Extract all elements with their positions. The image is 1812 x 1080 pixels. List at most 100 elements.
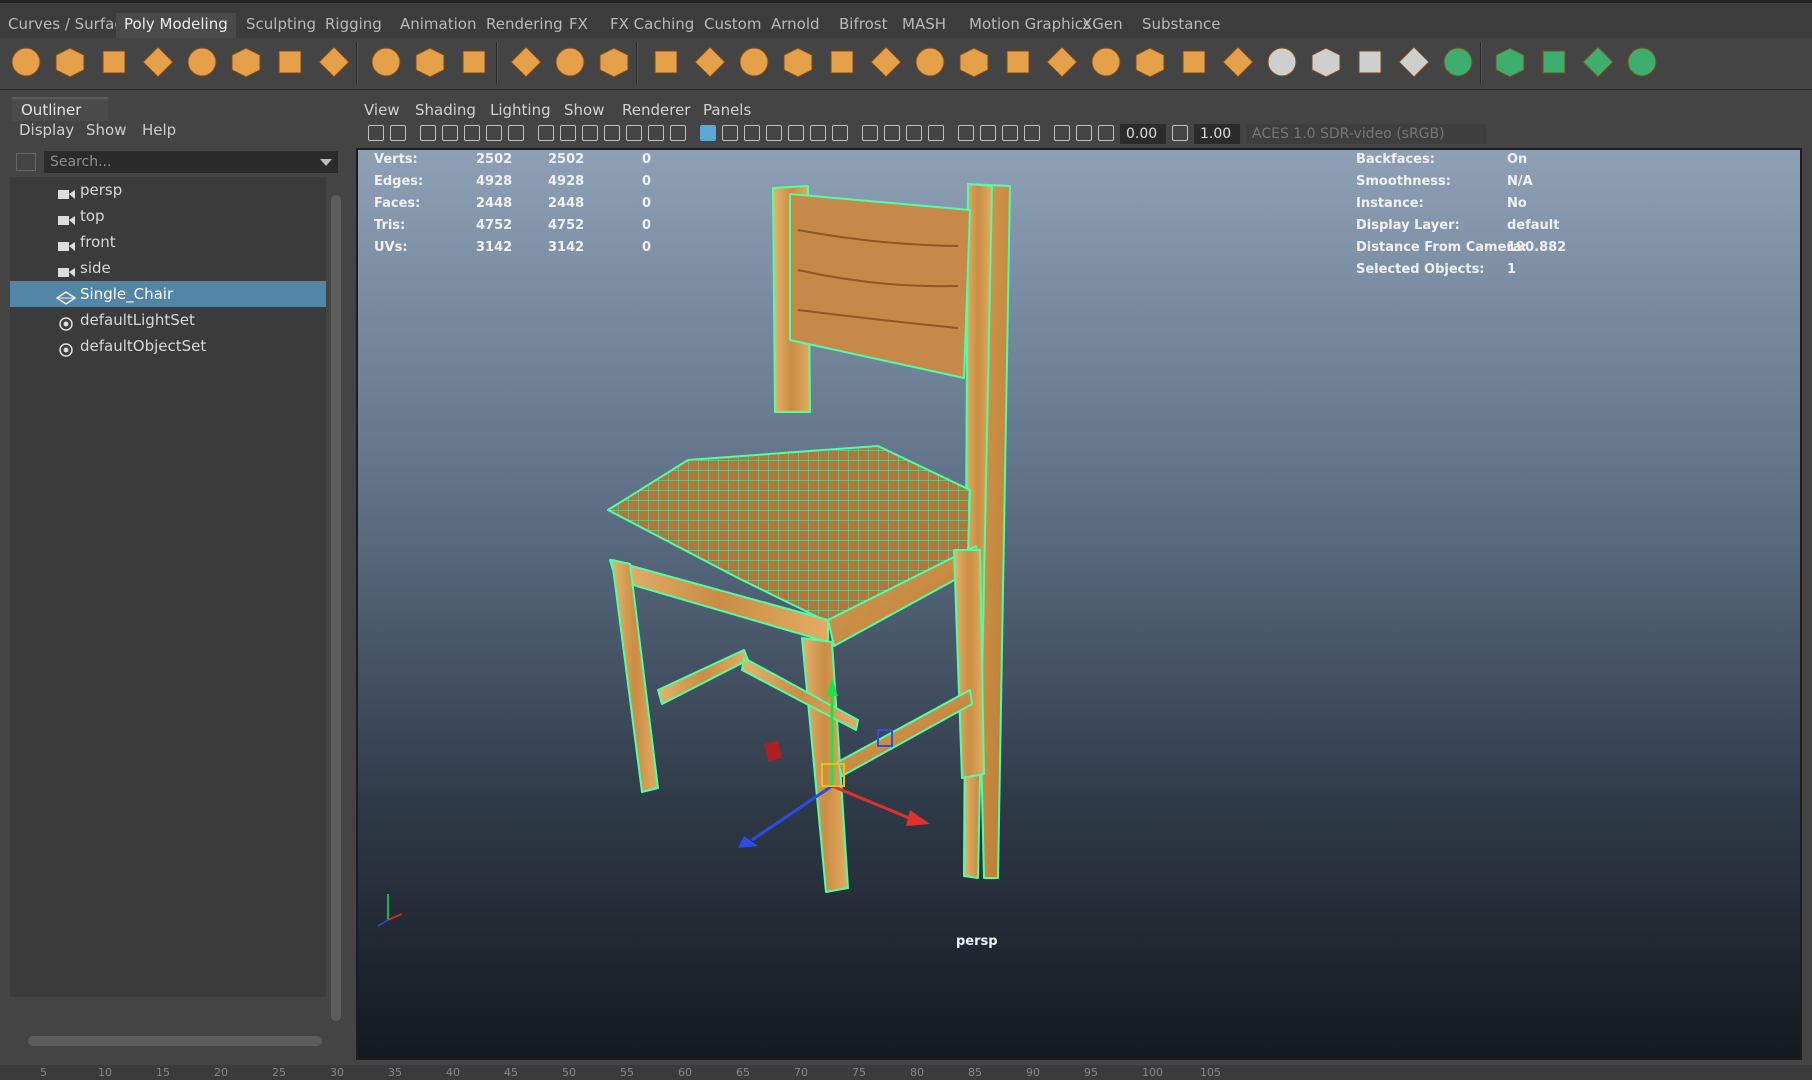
viewport-tool-icon[interactable] — [538, 125, 554, 141]
scrollbar-thumb[interactable] — [28, 1036, 322, 1046]
viewport-tool-icon[interactable] — [560, 125, 576, 141]
viewport-tool-icon[interactable] — [670, 125, 686, 141]
platonic-icon[interactable] — [314, 42, 354, 82]
viewport-tool-icon[interactable] — [486, 125, 502, 141]
search-input[interactable]: Search... — [44, 151, 338, 173]
outliner-item-defaultlightset[interactable]: defaultLightSet — [10, 307, 326, 333]
automatic-map-icon[interactable] — [1534, 42, 1574, 82]
cube-icon[interactable] — [50, 42, 90, 82]
3d-viewport[interactable]: Verts: 2502 2502 0 Edges: 4928 4928 0 Faces: 2448… — [356, 148, 1802, 1060]
gamma-icon[interactable] — [1172, 125, 1188, 141]
viewport-tool-icon[interactable] — [442, 125, 458, 141]
chamfer-icon[interactable] — [1262, 42, 1302, 82]
sculpt-icon[interactable] — [1394, 42, 1434, 82]
sweep-mesh-icon[interactable] — [506, 42, 546, 82]
disc-icon[interactable] — [270, 42, 310, 82]
cylindrical-map-icon[interactable] — [1578, 42, 1618, 82]
viewport-tool-icon[interactable] — [368, 125, 384, 141]
planar-map-icon[interactable] — [1490, 42, 1530, 82]
shelf-tab-rendering[interactable]: Rendering — [486, 13, 563, 39]
outliner-item-side[interactable]: side — [10, 255, 326, 281]
viewport-tool-icon[interactable] — [884, 125, 900, 141]
viewport-tool-icon[interactable] — [390, 125, 406, 141]
panel-menu-shading[interactable]: Shading — [415, 101, 476, 119]
poke-icon[interactable] — [1306, 42, 1346, 82]
offset-edge-loop-icon[interactable] — [1130, 42, 1170, 82]
panel-menu-panels[interactable]: Panels — [703, 101, 751, 119]
viewport-tool-icon[interactable] — [862, 125, 878, 141]
outliner-vertical-scrollbar[interactable] — [330, 177, 342, 1021]
viewport-tool-icon[interactable] — [810, 125, 826, 141]
outliner-menu-help[interactable]: Help — [142, 121, 176, 139]
chair-model[interactable] — [358, 150, 1802, 1060]
merge-icon[interactable] — [1218, 42, 1258, 82]
uv-editor-icon[interactable] — [1438, 42, 1478, 82]
connect-icon[interactable] — [1042, 42, 1082, 82]
multi-cut-icon[interactable] — [954, 42, 994, 82]
scrollbar-thumb[interactable] — [331, 195, 341, 1021]
viewport-tool-icon[interactable] — [648, 125, 664, 141]
quad-draw-icon[interactable] — [1350, 42, 1390, 82]
viewport-tool-icon[interactable] — [928, 125, 944, 141]
panel-menu-view[interactable]: View — [364, 101, 400, 119]
shelf-tab-bifrost[interactable]: Bifrost — [839, 13, 887, 39]
outliner-item-single-chair[interactable]: Single_Chair — [10, 281, 326, 307]
outliner-item-top[interactable]: top — [10, 203, 326, 229]
viewport-tool-icon[interactable] — [980, 125, 996, 141]
torus-icon[interactable] — [182, 42, 222, 82]
spherical-map-icon[interactable] — [1622, 42, 1662, 82]
viewport-tool-icon[interactable] — [464, 125, 480, 141]
super-shape-icon[interactable] — [366, 42, 406, 82]
shelf-tab-mash[interactable]: MASH — [902, 13, 946, 39]
shelf-tab-sculpting[interactable]: Sculpting — [246, 13, 316, 39]
viewport-tool-icon[interactable] — [722, 125, 738, 141]
viewport-tool-icon[interactable] — [906, 125, 922, 141]
outliner-menu-display[interactable]: Display — [19, 121, 74, 139]
outliner-item-defaultobjectset[interactable]: defaultObjectSet — [10, 333, 326, 359]
shelf-tab-fx-caching[interactable]: FX Caching — [610, 13, 694, 39]
chevron-down-icon[interactable] — [320, 159, 332, 166]
viewport-tool-icon[interactable] — [1098, 125, 1114, 141]
viewport-tool-icon[interactable] — [508, 125, 524, 141]
outliner-menu-show[interactable]: Show — [86, 121, 126, 139]
viewport-tool-icon[interactable] — [582, 125, 598, 141]
svg-icon[interactable] — [454, 42, 494, 82]
type-icon[interactable] — [410, 42, 450, 82]
viewport-tool-icon[interactable] — [1054, 125, 1070, 141]
combine-icon[interactable] — [646, 42, 686, 82]
viewport-tool-icon[interactable] — [626, 125, 642, 141]
viewport-tool-icon[interactable] — [766, 125, 782, 141]
viewport-tool-icon[interactable] — [420, 125, 436, 141]
exposure-field[interactable]: 0.00 — [1120, 124, 1166, 144]
panel-menu-lighting[interactable]: Lighting — [490, 101, 551, 119]
cylinder-icon[interactable] — [94, 42, 134, 82]
smooth-icon[interactable] — [778, 42, 818, 82]
insert-edge-loop-icon[interactable] — [1086, 42, 1126, 82]
viewport-tool-icon[interactable] — [744, 125, 760, 141]
viewport-tool-icon[interactable] — [1076, 125, 1092, 141]
cone-icon[interactable] — [138, 42, 178, 82]
viewport-tool-icon[interactable] — [958, 125, 974, 141]
shelf-tab-rigging[interactable]: Rigging — [325, 13, 382, 39]
plane-icon[interactable] — [226, 42, 266, 82]
separate-icon[interactable] — [690, 42, 730, 82]
viewport-tool-icon[interactable] — [700, 125, 716, 141]
shelf-tab-fx[interactable]: FX — [569, 13, 588, 39]
shelf-tab-custom[interactable]: Custom — [704, 13, 761, 39]
time-slider[interactable]: 5 10 15 20 25 30 35 40 45 50 55 60 65 70 75 80 85 90 95 100… — [0, 1065, 1812, 1080]
search-options-icon[interactable] — [16, 153, 36, 171]
outliner-item-front[interactable]: front — [10, 229, 326, 255]
sphere-icon[interactable] — [6, 42, 46, 82]
snowflake-icon[interactable] — [594, 42, 634, 82]
target-weld-icon[interactable] — [998, 42, 1038, 82]
panel-menu-renderer[interactable]: Renderer — [622, 101, 690, 119]
viewport-tool-icon[interactable] — [604, 125, 620, 141]
viewport-tool-icon[interactable] — [1002, 125, 1018, 141]
viewport-tool-icon[interactable] — [1024, 125, 1040, 141]
bevel-icon[interactable] — [910, 42, 950, 82]
bridge-icon[interactable] — [822, 42, 862, 82]
shelf-tab-arnold[interactable]: Arnold — [771, 13, 820, 39]
gamma-field[interactable]: 1.00 — [1194, 124, 1240, 144]
viewport-tool-icon[interactable] — [788, 125, 804, 141]
outliner-item-persp[interactable]: persp — [10, 177, 326, 203]
